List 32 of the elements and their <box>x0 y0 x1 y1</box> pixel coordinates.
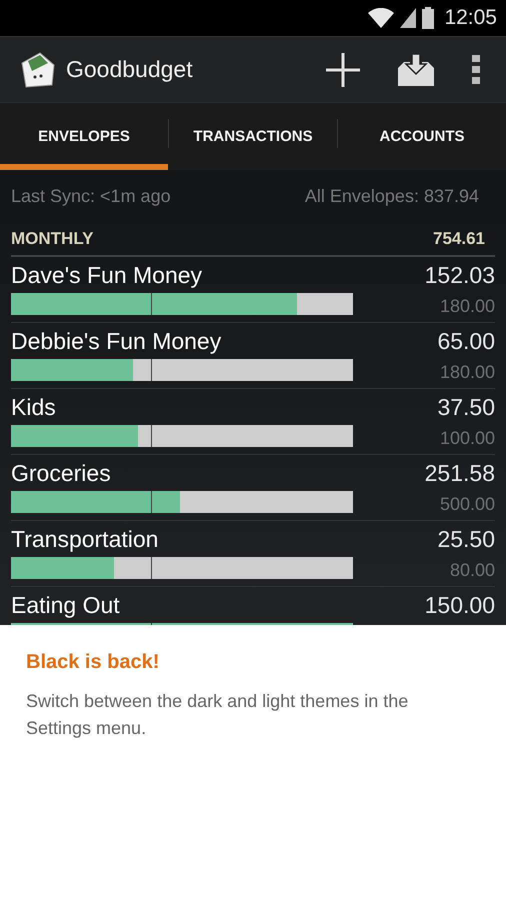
tip-title: Black is back! <box>26 651 160 674</box>
envelope-name[interactable]: Debbie's Fun Money <box>11 328 353 354</box>
tab[interactable]: TRANSACTIONS <box>169 103 337 170</box>
envelope-budget: 180.00 <box>438 362 495 382</box>
envelope-budget: 180.00 <box>438 296 495 316</box>
envelope-budget: 500.00 <box>438 494 495 514</box>
envelope-name[interactable]: Kids <box>11 394 353 420</box>
envelope-amount: 150.00 <box>424 592 495 618</box>
envelope-amount: 65.00 <box>436 328 495 354</box>
envelope-amount: 37.50 <box>436 394 495 420</box>
envelope-name[interactable]: Dave's Fun Money <box>11 262 353 288</box>
signal-icon <box>400 8 416 28</box>
group-name: MONTHLY <box>11 228 94 248</box>
group-total: 754.61 <box>433 228 485 248</box>
envelope-amount: 251.58 <box>424 460 495 486</box>
envelope-name[interactable]: Transportation <box>11 526 353 552</box>
envelope-amount: 152.03 <box>424 262 495 288</box>
envelope-budget: 80.00 <box>448 560 495 580</box>
envelope-budget: 100.00 <box>438 428 495 448</box>
last-sync-text: Last Sync: <1m ago <box>11 186 171 206</box>
all-envelopes-total: All Envelopes: 837.94 <box>304 186 479 206</box>
tab[interactable]: ACCOUNTS <box>338 103 506 170</box>
envelope-amount: 25.50 <box>436 526 495 552</box>
overflow-menu-icon[interactable] <box>472 54 480 84</box>
battery-icon <box>422 7 434 29</box>
envelope-name[interactable]: Groceries <box>11 460 353 486</box>
wifi-icon <box>368 8 394 28</box>
clock-time: 12:05 <box>444 6 497 30</box>
tip-text: Switch between the dark and light themes in the Settings menu. <box>26 690 410 740</box>
envelope-name[interactable]: Eating Out <box>11 592 353 618</box>
app-title: Goodbudget <box>66 56 194 83</box>
envelope-logo-icon <box>20 50 56 88</box>
